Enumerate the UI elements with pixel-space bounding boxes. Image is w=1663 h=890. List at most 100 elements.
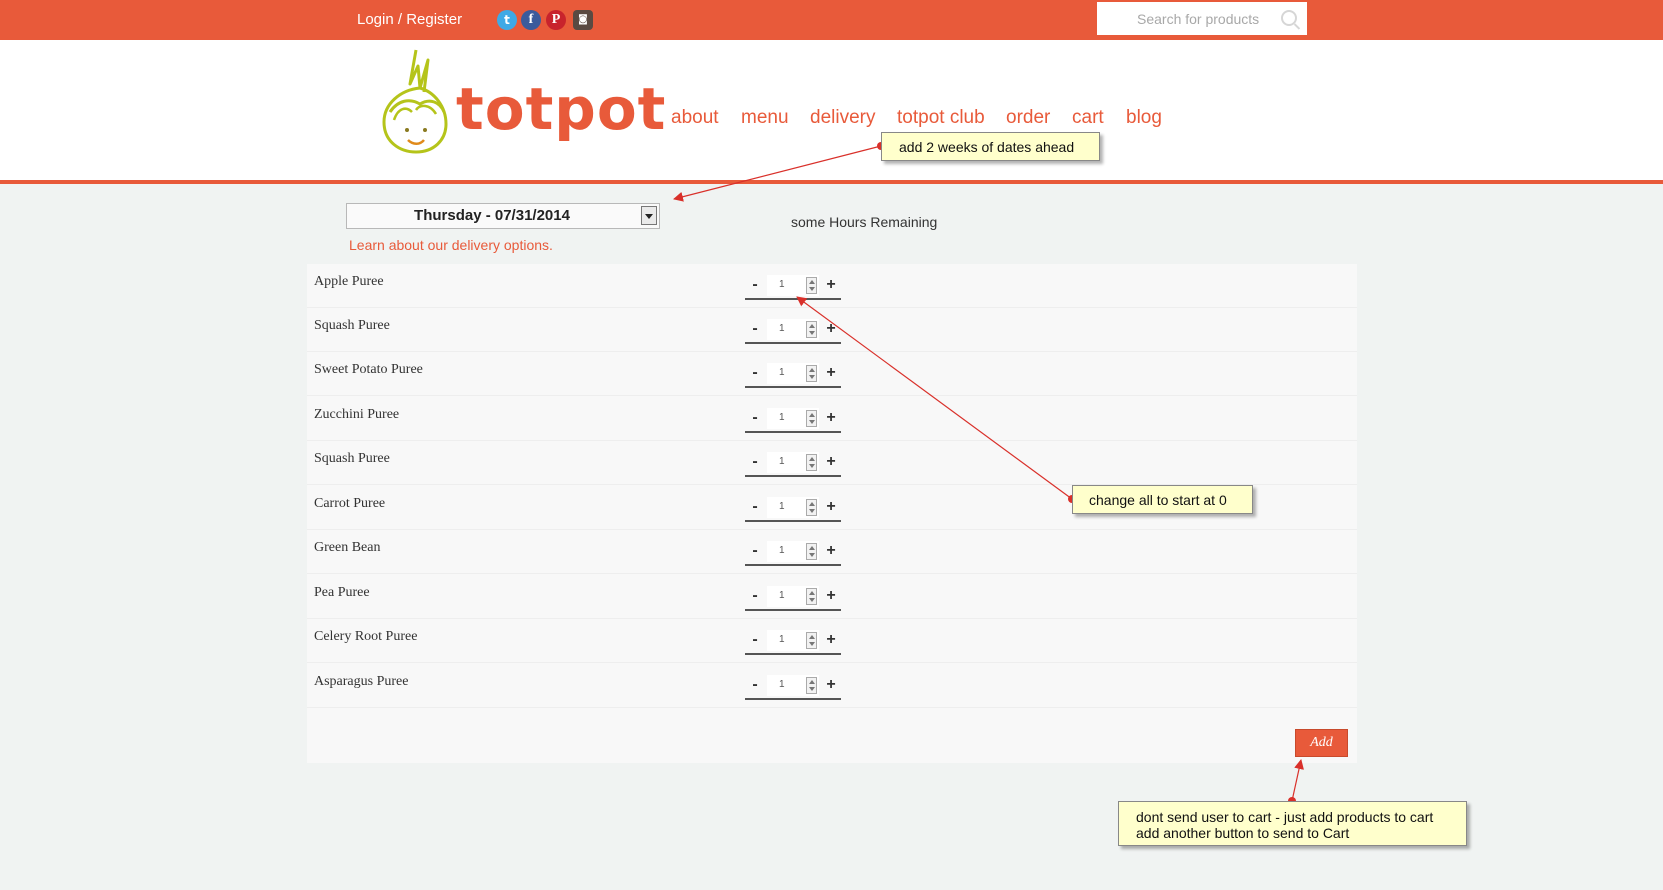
quantity-value: 1 xyxy=(779,545,785,556)
product-name: Green Bean xyxy=(314,540,381,555)
table-row: Squash Puree - 1 + xyxy=(307,441,1357,485)
table-row: Asparagus Puree - 1 + xyxy=(307,664,1357,708)
increase-button[interactable]: + xyxy=(821,585,841,607)
increase-button[interactable]: + xyxy=(821,629,841,651)
decrease-button[interactable]: - xyxy=(745,318,765,340)
nav-totpot-club[interactable]: totpot club xyxy=(897,107,985,129)
product-name: Squash Puree xyxy=(314,318,390,333)
nav-about[interactable]: about xyxy=(671,107,719,129)
quantity-stepper: - 1 + xyxy=(745,451,841,477)
table-row: Green Bean - 1 + xyxy=(307,530,1357,574)
nav-order[interactable]: order xyxy=(1006,107,1050,129)
increase-button[interactable]: + xyxy=(821,407,841,429)
quantity-input[interactable]: 1 xyxy=(767,275,819,296)
search-input[interactable] xyxy=(1097,2,1282,35)
onion-logo-icon[interactable] xyxy=(380,48,450,156)
spinner-icon[interactable] xyxy=(806,588,817,605)
annotation-note: dont send user to cart - just add produc… xyxy=(1118,801,1467,846)
spinner-icon[interactable] xyxy=(806,632,817,649)
dropdown-arrow-icon[interactable] xyxy=(641,206,657,225)
nav-blog[interactable]: blog xyxy=(1126,107,1162,129)
decrease-button[interactable]: - xyxy=(745,451,765,473)
quantity-input[interactable]: 1 xyxy=(767,363,819,384)
quantity-input[interactable]: 1 xyxy=(767,630,819,651)
decrease-button[interactable]: - xyxy=(745,362,765,384)
product-name: Carrot Puree xyxy=(314,496,386,511)
search-box xyxy=(1097,2,1307,35)
nav-delivery[interactable]: delivery xyxy=(810,107,875,129)
decrease-button[interactable]: - xyxy=(745,274,765,296)
decrease-button[interactable]: - xyxy=(745,496,765,518)
quantity-value: 1 xyxy=(779,634,785,645)
quantity-stepper: - 1 + xyxy=(745,496,841,522)
decrease-button[interactable]: - xyxy=(745,629,765,651)
top-bar: Login / Register t f P ◙ xyxy=(0,0,1663,40)
quantity-value: 1 xyxy=(779,412,785,423)
product-name: Asparagus Puree xyxy=(314,674,409,689)
increase-button[interactable]: + xyxy=(821,274,841,296)
quantity-value: 1 xyxy=(779,279,785,290)
product-name: Apple Puree xyxy=(314,274,384,289)
increase-button[interactable]: + xyxy=(821,362,841,384)
quantity-stepper: - 1 + xyxy=(745,629,841,655)
nav-cart[interactable]: cart xyxy=(1072,107,1104,129)
nav-menu[interactable]: menu xyxy=(741,107,789,129)
decrease-button[interactable]: - xyxy=(745,674,765,696)
quantity-stepper: - 1 + xyxy=(745,318,841,344)
quantity-value: 1 xyxy=(779,367,785,378)
quantity-input[interactable]: 1 xyxy=(767,541,819,562)
quantity-value: 1 xyxy=(779,679,785,690)
quantity-input[interactable]: 1 xyxy=(767,497,819,518)
spinner-icon[interactable] xyxy=(806,277,817,294)
spinner-icon[interactable] xyxy=(806,543,817,560)
increase-button[interactable]: + xyxy=(821,540,841,562)
quantity-input[interactable]: 1 xyxy=(767,319,819,340)
increase-button[interactable]: + xyxy=(821,318,841,340)
quantity-stepper: - 1 + xyxy=(745,585,841,611)
decrease-button[interactable]: - xyxy=(745,540,765,562)
selected-date: Thursday - 07/31/2014 xyxy=(414,207,570,224)
annotation-note: change all to start at 0 xyxy=(1072,485,1253,514)
table-row: Squash Puree - 1 + xyxy=(307,308,1357,352)
quantity-stepper: - 1 + xyxy=(745,274,841,300)
product-name: Pea Puree xyxy=(314,585,370,600)
delivery-date-select[interactable]: Thursday - 07/31/2014 xyxy=(346,203,660,229)
decrease-button[interactable]: - xyxy=(745,585,765,607)
hours-remaining: some Hours Remaining xyxy=(791,214,938,230)
quantity-stepper: - 1 + xyxy=(745,540,841,566)
add-button[interactable]: Add xyxy=(1295,729,1348,757)
increase-button[interactable]: + xyxy=(821,674,841,696)
product-name: Squash Puree xyxy=(314,451,390,466)
quantity-input[interactable]: 1 xyxy=(767,408,819,429)
twitter-icon[interactable]: t xyxy=(497,10,517,30)
quantity-stepper: - 1 + xyxy=(745,362,841,388)
quantity-value: 1 xyxy=(779,456,785,467)
spinner-icon[interactable] xyxy=(806,677,817,694)
annotation-text: dont send user to cart - just add produc… xyxy=(1136,809,1434,825)
spinner-icon[interactable] xyxy=(806,454,817,471)
table-row: Celery Root Puree - 1 + xyxy=(307,619,1357,663)
spinner-icon[interactable] xyxy=(806,365,817,382)
annotation-text: add 2 weeks of dates ahead xyxy=(899,139,1075,155)
totpot-logo-text[interactable]: totpot xyxy=(456,80,666,138)
increase-button[interactable]: + xyxy=(821,451,841,473)
product-name: Zucchini Puree xyxy=(314,407,400,422)
quantity-input[interactable]: 1 xyxy=(767,675,819,696)
search-icon[interactable] xyxy=(1281,10,1297,26)
annotation-note: add 2 weeks of dates ahead xyxy=(881,132,1100,161)
quantity-value: 1 xyxy=(779,501,785,512)
spinner-icon[interactable] xyxy=(806,499,817,516)
decrease-button[interactable]: - xyxy=(745,407,765,429)
login-register-link[interactable]: Login / Register xyxy=(357,11,462,28)
quantity-input[interactable]: 1 xyxy=(767,452,819,473)
pinterest-icon[interactable]: P xyxy=(546,10,566,30)
product-name: Celery Root Puree xyxy=(314,629,418,644)
instagram-icon[interactable]: ◙ xyxy=(573,10,593,30)
delivery-options-link[interactable]: Learn about our delivery options. xyxy=(349,237,553,253)
quantity-input[interactable]: 1 xyxy=(767,586,819,607)
spinner-icon[interactable] xyxy=(806,410,817,427)
header-divider xyxy=(0,180,1663,184)
spinner-icon[interactable] xyxy=(806,321,817,338)
increase-button[interactable]: + xyxy=(821,496,841,518)
facebook-icon[interactable]: f xyxy=(521,10,541,30)
